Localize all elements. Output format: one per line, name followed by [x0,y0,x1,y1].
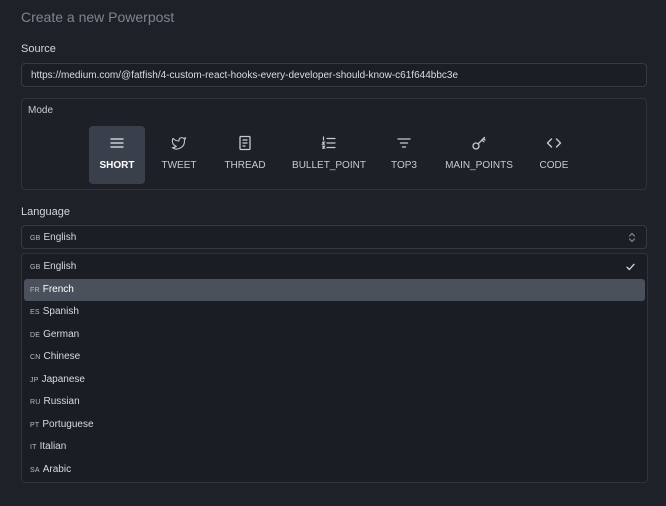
option-label: Italian [39,441,67,452]
mode-bullet-point-label: BULLET_POINT [292,160,366,171]
mode-thread-button[interactable]: THREAD [218,126,272,184]
flag-code: FR [30,286,40,294]
mode-short-label: SHORT [99,160,135,171]
option-label: Spanish [42,306,79,317]
mode-tweet-button[interactable]: TWEET [153,126,205,184]
language-option-italian[interactable]: IT Italian [24,436,645,459]
mode-top3-button[interactable]: TOP3 [384,126,424,184]
option-label: Chinese [43,351,81,362]
option-label: English [43,261,77,272]
language-option-japanese[interactable]: JP Japanese [24,369,645,392]
flag-code: SA [30,466,40,474]
mode-code-label: CODE [539,160,569,171]
flag-code: DE [30,331,41,339]
mode-thread-label: THREAD [224,160,266,171]
flag-code: IT [30,444,37,451]
option-label: Japanese [41,373,85,385]
option-label: French [42,283,74,295]
language-option-german[interactable]: DE German [24,324,645,347]
document-icon [239,135,251,151]
selected-language-value: English [43,232,77,243]
mode-tweet-label: TWEET [161,160,197,171]
option-label: Arabic [42,463,72,475]
flag-code: RU [30,399,41,406]
language-option-english[interactable]: GB English [24,256,645,279]
code-brackets-icon [546,138,562,148]
language-dropdown-list: GB English FR French ES Spanish DE German CN… [21,253,648,483]
key-icon [472,136,486,150]
mode-top3-label: TOP3 [391,160,417,171]
flag-code: CN [30,354,41,361]
language-select[interactable]: GB English [21,225,647,249]
language-option-russian[interactable]: RU Russian [24,391,645,414]
option-label: Portuguese [42,418,94,430]
language-option-portuguese[interactable]: PT Portuguese [24,414,645,437]
filter-icon [397,138,411,148]
selected-flag-code: GB [30,235,41,242]
page-title: Create a new Powerpost [21,9,175,25]
mode-code-button[interactable]: CODE [534,126,574,184]
mode-main-points-button[interactable]: MAIN_POINTS [440,126,518,184]
flag-code: JP [30,376,39,384]
language-label: Language [21,206,70,218]
twitter-bird-icon [171,137,187,150]
mode-main-points-label: MAIN_POINTS [445,160,513,171]
flag-code: PT [30,421,40,429]
menu-lines-icon [110,138,124,148]
language-option-french[interactable]: FR French [24,278,645,301]
chevron-up-down-icon [628,232,636,243]
mode-label: Mode [28,105,54,116]
mode-short-button[interactable]: SHORT [89,126,145,184]
numbered-list-icon [321,136,336,149]
source-url-input[interactable]: https://medium.com/@fatfish/4-custom-rea… [21,63,647,87]
create-powerpost-page: Create a new Powerpost Source https://me… [0,0,666,506]
language-option-chinese[interactable]: CN Chinese [24,346,645,369]
mode-bullet-point-button[interactable]: BULLET_POINT [286,126,372,184]
flag-code: ES [30,309,40,316]
mode-panel: Mode SHORT TWEET THREAD BULLET_POINT TOP… [21,98,647,190]
language-option-spanish[interactable]: ES Spanish [24,301,645,324]
source-label: Source [21,43,56,55]
language-option-arabic[interactable]: SA Arabic [24,459,645,482]
option-label: German [43,328,80,340]
flag-code: GB [30,264,41,271]
check-icon [626,263,635,271]
option-label: Russian [43,396,80,407]
